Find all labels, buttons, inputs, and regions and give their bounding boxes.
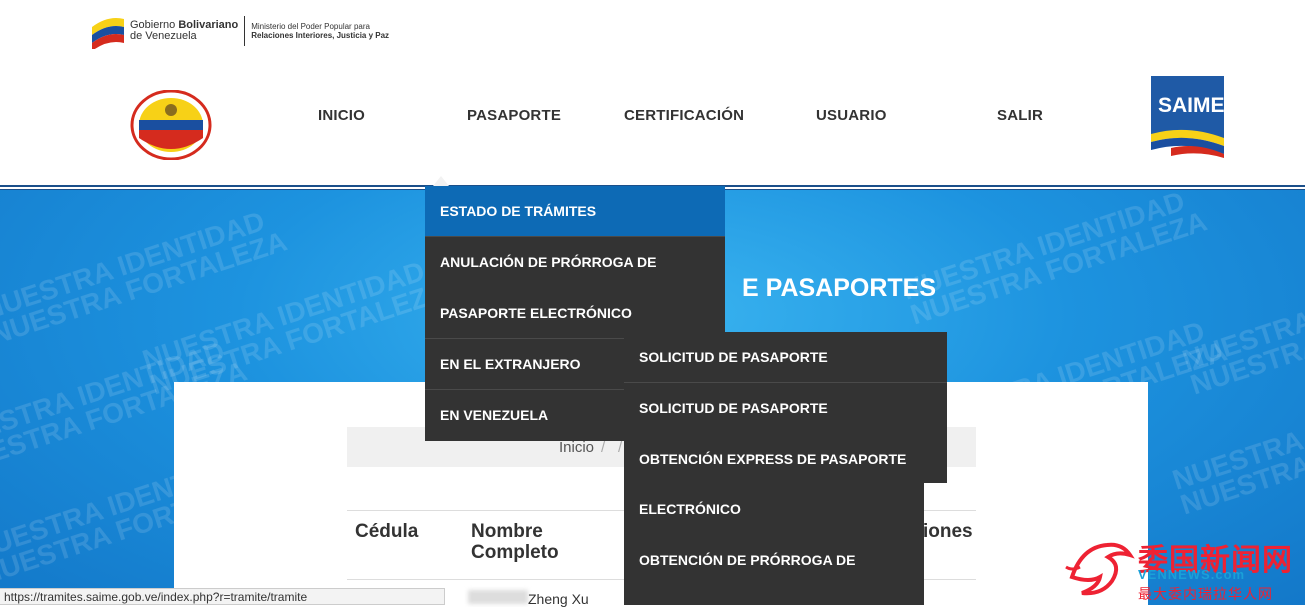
watermark-text: NUESTRA IDENTIDADNUESTRA FORTALEZA [1168, 375, 1305, 521]
ministry-title: Ministerio del Poder Popular para Relaci… [251, 22, 390, 40]
col-header-nombre: Nombre Completo [471, 521, 559, 563]
submenu-item-prorroga[interactable]: OBTENCIÓN DE PRÓRROGA DE [639, 552, 856, 568]
nav-certificacion[interactable]: CERTIFICACIÓN [624, 107, 744, 124]
menu-item-estado-tramites[interactable]: ESTADO DE TRÁMITES [425, 186, 725, 237]
breadcrumb-separator: / [601, 439, 606, 456]
venezuela-flag-icon [92, 18, 124, 49]
submenu-panel-continued: ELECTRÓNICO OBTENCIÓN DE PRÓRROGA DE [624, 483, 924, 605]
news-watermark-url: VENNEWS.com [1138, 567, 1246, 582]
col-header-cedula: Cédula [355, 521, 419, 542]
submenu-item-express[interactable]: OBTENCIÓN EXPRESS DE PASAPORTE [639, 451, 906, 467]
submenu-item-express-electronico[interactable]: ELECTRÓNICO [639, 501, 741, 517]
col-header-acciones: iones [923, 521, 973, 542]
submenu-panel: SOLICITUD DE PASAPORTE SOLICITUD DE PASA… [624, 332, 947, 483]
news-watermark-subtitle: 最大委内瑞拉华人网 [1138, 587, 1273, 603]
nav-salir[interactable]: SALIR [997, 107, 1043, 124]
gov-header: Gobierno Bolivariano de Venezuela Minist… [90, 10, 389, 52]
menu-item-anulacion-prorroga[interactable]: ANULACIÓN DE PRÓRROGA DE [425, 237, 725, 288]
blurred-cell [468, 590, 528, 604]
submenu-item-solicitud-2[interactable]: SOLICITUD DE PASAPORTE [639, 400, 828, 416]
dropdown-caret [433, 176, 449, 186]
browser-status-url: https://tramites.saime.gob.ve/index.php?… [0, 588, 445, 605]
gov-title: Gobierno Bolivariano de Venezuela [130, 19, 239, 42]
gov-divider [244, 16, 246, 46]
breadcrumb-separator: / [618, 439, 623, 456]
ministry-seal-icon [130, 90, 212, 160]
saime-logo: SAIME [1151, 76, 1225, 158]
nav-inicio[interactable]: INICIO [318, 107, 365, 124]
banner-title: E PASAPORTES [742, 274, 937, 302]
dragon-logo-icon [1065, 542, 1135, 596]
nav-usuario[interactable]: USUARIO [816, 107, 887, 124]
watermark-text: NUESTRA IDENTIDADNUESTRA FORTALEZA [898, 190, 1211, 331]
saime-logo-text: SAIME [1158, 94, 1225, 117]
breadcrumb-home[interactable]: Inicio [559, 439, 594, 456]
submenu-separator [624, 382, 947, 383]
submenu-item-solicitud-1[interactable]: SOLICITUD DE PASAPORTE [639, 349, 828, 365]
nav-pasaporte[interactable]: PASAPORTE [467, 107, 561, 124]
